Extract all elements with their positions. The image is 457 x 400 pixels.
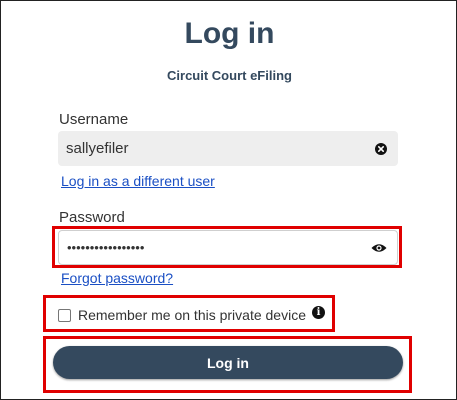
- password-value: •••••••••••••••••: [67, 240, 145, 255]
- different-user-link[interactable]: Log in as a different user: [61, 173, 215, 189]
- forgot-password-link[interactable]: Forgot password?: [61, 270, 173, 286]
- password-field[interactable]: •••••••••••••••••: [58, 230, 398, 265]
- login-button[interactable]: Log in: [53, 346, 403, 379]
- clear-x-circle-icon[interactable]: [374, 142, 388, 156]
- page-subtitle: Circuit Court eFiling: [167, 68, 292, 83]
- info-icon[interactable]: i: [312, 306, 325, 319]
- remember-label[interactable]: Remember me on this private device: [78, 307, 306, 323]
- remember-checkbox[interactable]: [58, 309, 71, 322]
- username-value: sallyefiler: [66, 140, 129, 157]
- username-label: Username: [59, 111, 129, 128]
- page-title: Log in: [184, 17, 275, 50]
- login-panel: Log in Circuit Court eFiling Username sa…: [0, 0, 457, 400]
- eye-icon[interactable]: [371, 241, 387, 255]
- password-label: Password: [59, 209, 125, 226]
- username-field[interactable]: sallyefiler: [58, 131, 398, 166]
